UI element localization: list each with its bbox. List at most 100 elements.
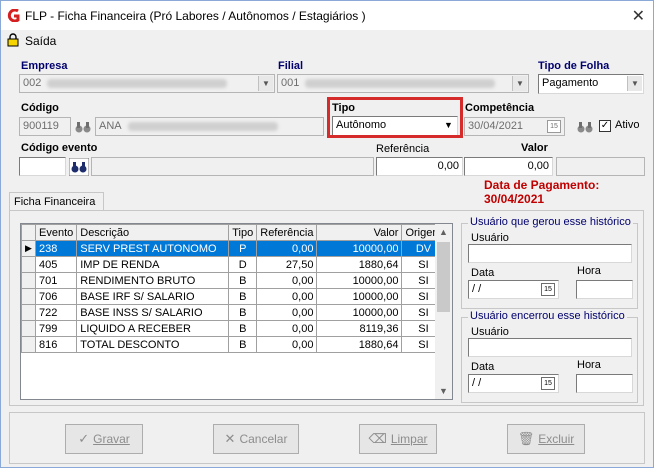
chevron-down-icon[interactable]: ▼ (435, 383, 452, 399)
cell-descricao: IMP DE RENDA (76, 256, 230, 273)
column-header[interactable]: Valor (316, 224, 403, 241)
highlight-box (327, 97, 463, 138)
menu-saida[interactable]: Saída (25, 34, 56, 48)
chevron-down-icon[interactable]: ▼ (258, 76, 273, 91)
hora-gerou-label: Hora (577, 265, 601, 277)
competencia-label: Competência (465, 102, 535, 114)
menu-bar: Saída (1, 30, 653, 52)
row-indicator (21, 256, 36, 273)
excluir-label: Excluir (538, 432, 575, 446)
table-header: Evento Descrição Tipo Referência Valor O… (21, 224, 446, 241)
table-row[interactable]: 706 BASE IRF S/ SALARIO B 0,00 10000,00 … (21, 288, 446, 305)
cell-tipo: B (228, 272, 258, 289)
ativo-checkbox[interactable]: ✓ (599, 120, 611, 132)
tipo-de-folha-value: Pagamento (542, 77, 599, 89)
empresa-field[interactable]: 002 ▼ (19, 74, 275, 93)
excluir-button[interactable]: 🗑 Excluir (507, 424, 585, 454)
data-encerrou-field[interactable]: / / 15 (468, 374, 559, 393)
chevron-up-icon[interactable]: ▲ (435, 224, 452, 240)
hora-encerrou-field[interactable] (576, 374, 633, 393)
binoculars-icon[interactable] (69, 158, 89, 176)
usuario-gerou-field[interactable] (468, 244, 632, 263)
data-gerou-label: Data (471, 267, 495, 279)
table-row[interactable]: 799 LIQUIDO A RECEBER B 0,00 8119,36 SI (21, 320, 446, 337)
table-row[interactable]: 722 BASE INSS S/ SALARIO B 0,00 10000,00… (21, 304, 446, 321)
cell-evento: 706 (34, 288, 78, 305)
codigo-evento-label: Código evento (21, 142, 98, 154)
title-bar: FLP - Ficha Financeira (Pró Labores / Au… (1, 1, 653, 30)
row-indicator (21, 320, 36, 337)
grid-vertical-scrollbar[interactable]: ▲ ▼ (435, 224, 452, 399)
cell-referencia: 0,00 (256, 288, 318, 305)
events-grid[interactable]: Evento Descrição Tipo Referência Valor O… (20, 223, 453, 400)
cell-valor: 10000,00 (316, 240, 403, 257)
gravar-button[interactable]: ✓ Gravar (65, 424, 143, 454)
redacted-text (47, 78, 228, 88)
data-encerrou-value: / / (472, 377, 482, 389)
chevron-down-icon[interactable]: ▼ (512, 76, 527, 91)
redacted-text (305, 78, 496, 88)
extra-field (556, 157, 645, 176)
valor-field[interactable]: 0,00 (464, 157, 553, 176)
tab-ficha-financeira[interactable]: Ficha Financeira (9, 192, 104, 211)
empresa-label: Empresa (21, 60, 68, 72)
cell-tipo: P (228, 240, 258, 257)
limpar-label: Limpar (390, 432, 428, 446)
filial-code: 001 (281, 77, 300, 89)
codigo-field[interactable]: 900119 (19, 117, 71, 136)
cell-evento: 238 (34, 240, 78, 257)
binoculars-icon[interactable] (74, 119, 92, 135)
cell-valor: 1880,64 (316, 256, 403, 273)
competencia-field[interactable]: 30/04/2021 15 (464, 117, 565, 136)
row-indicator (21, 272, 36, 289)
cell-evento: 816 (34, 336, 78, 353)
limpar-button[interactable]: ⌫ Limpar (359, 424, 437, 454)
filial-field[interactable]: 001 ▼ (277, 74, 529, 93)
scrollbar-thumb[interactable] (437, 242, 450, 312)
cancelar-button[interactable]: ✕ Cancelar (213, 424, 299, 454)
calendar-icon[interactable]: 15 (547, 120, 561, 133)
trash-icon: 🗑 (517, 431, 535, 446)
close-icon[interactable]: ✕ (632, 6, 645, 26)
window: FLP - Ficha Financeira (Pró Labores / Au… (0, 0, 654, 468)
column-header[interactable]: Tipo (228, 224, 258, 241)
nome-value: ANA (99, 120, 122, 132)
eraser-icon: ⌫ (368, 431, 387, 446)
referencia-field[interactable]: 0,00 (376, 157, 463, 176)
table-row[interactable]: 816 TOTAL DESCONTO B 0,00 1880,64 SI (21, 336, 446, 353)
column-header[interactable]: Referência (256, 224, 318, 241)
valor-label: Valor (521, 142, 548, 154)
cell-referencia: 0,00 (256, 272, 318, 289)
row-pointer-icon: ▶ (21, 240, 36, 257)
column-header[interactable]: Evento (34, 224, 78, 241)
cell-evento: 722 (34, 304, 78, 321)
events-table: Evento Descrição Tipo Referência Valor O… (21, 224, 446, 353)
usuario-encerrou-field[interactable] (468, 338, 632, 357)
column-header[interactable]: Descrição (76, 224, 230, 241)
table-row[interactable]: ▶ 238 SERV PREST AUTONOMO P 0,00 10000,0… (21, 240, 446, 257)
usuario-encerrou-label: Usuário (471, 326, 509, 338)
codigo-label: Código (21, 102, 59, 114)
competencia-value: 30/04/2021 (468, 120, 524, 132)
data-pagamento-label: Data de Pagamento: 30/04/2021 (484, 178, 600, 206)
data-gerou-field[interactable]: / / 15 (468, 280, 559, 299)
calendar-icon[interactable]: 15 (541, 283, 555, 296)
nome-field[interactable]: ANA (95, 117, 324, 136)
tipo-de-folha-select[interactable]: Pagamento ▼ (538, 74, 644, 94)
hora-gerou-field[interactable] (576, 280, 633, 299)
evento-descricao-field[interactable] (91, 157, 374, 176)
table-row[interactable]: 701 RENDIMENTO BRUTO B 0,00 10000,00 SI (21, 272, 446, 289)
data-encerrou-label: Data (471, 361, 495, 373)
cancelar-label: Cancelar (239, 432, 288, 446)
cell-evento: 405 (34, 256, 78, 273)
calendar-icon[interactable]: 15 (541, 377, 555, 390)
ativo-label: Ativo (615, 119, 640, 131)
binoculars-icon[interactable] (576, 119, 594, 135)
cell-referencia: 0,00 (256, 240, 318, 257)
cell-valor: 10000,00 (316, 304, 403, 321)
codigo-evento-field[interactable] (19, 157, 66, 176)
referencia-label: Referência (376, 143, 430, 155)
cell-referencia: 0,00 (256, 304, 318, 321)
chevron-down-icon[interactable]: ▼ (627, 76, 642, 91)
table-row[interactable]: 405 IMP DE RENDA D 27,50 1880,64 SI (21, 256, 446, 273)
